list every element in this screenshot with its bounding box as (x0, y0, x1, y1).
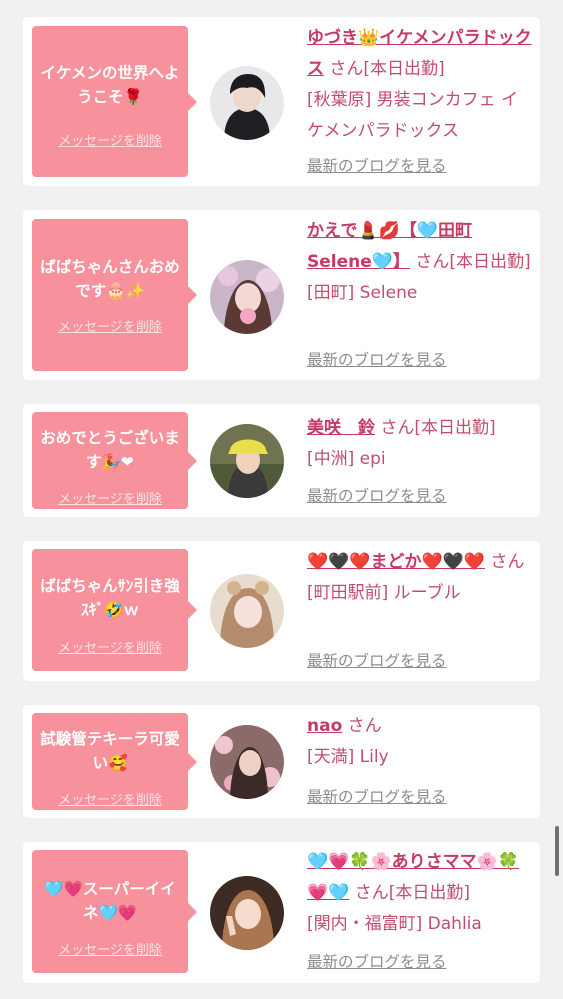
latest-blog-link[interactable]: 最新のブログを見る (307, 348, 447, 370)
message-text: 🩵💗スーパーイイネ🩵💗 (44, 880, 176, 922)
cast-info: nao さん [天満] Lily (307, 711, 535, 773)
message-card: ばばちゃんさんおめです🎂✨ メッセージを削除 かえで💄💋【🩵田町Selene🩵】… (23, 210, 540, 380)
message-card: 試験管テキーラ可愛い🥰 メッセージを削除 nao さん [天満] Lily 最新… (23, 705, 540, 818)
message-text: ばばちゃんｻﾝ引き強ｽｷﾞ🤣ｗ (40, 577, 180, 619)
avatar[interactable] (210, 574, 284, 648)
cast-info: 美咲 鈴 さん[本日出勤] [中洲] epi (307, 413, 535, 475)
message-bubble: イケメンの世界へようこそ🌹 メッセージを削除 (32, 26, 197, 177)
latest-blog-link[interactable]: 最新のブログを見る (307, 649, 447, 671)
avatar-photo (210, 424, 284, 498)
message-text: イケメンの世界へようこそ🌹 (40, 64, 180, 106)
avatar[interactable] (210, 260, 284, 334)
cast-name-link[interactable]: ❤️🖤❤️まどか❤️🖤❤️ (307, 552, 485, 572)
latest-blog-link[interactable]: 最新のブログを見る (307, 950, 447, 972)
cast-status: さん (485, 552, 525, 572)
message-text: 試験管テキーラ可愛い🥰 (40, 730, 180, 772)
cast-name-link[interactable]: nao (307, 716, 342, 736)
message-card: 🩵💗スーパーイイネ🩵💗 メッセージを削除 🩵💗🍀🌸ありさママ🌸🍀💗🩵 さん[本日… (23, 842, 540, 983)
avatar[interactable] (210, 66, 284, 140)
delete-message-link[interactable]: メッセージを削除 (32, 488, 188, 507)
avatar-photo (210, 876, 284, 950)
message-text: おめでとうございます🎉❤ (40, 429, 180, 471)
delete-message-link[interactable]: メッセージを削除 (32, 316, 188, 335)
latest-blog-link[interactable]: 最新のブログを見る (307, 484, 447, 506)
cast-name-link[interactable]: 美咲 鈴 (307, 418, 375, 438)
avatar[interactable] (210, 424, 284, 498)
cast-status: さん[本日出勤] (375, 418, 496, 438)
message-list: イケメンの世界へようこそ🌹 メッセージを削除 ゆづき👑イケメンパラドックス さん… (0, 0, 563, 999)
delete-message-link[interactable]: メッセージを削除 (32, 130, 188, 149)
shop-name: [町田駅前] ルーブル (307, 583, 461, 603)
message-bubble: おめでとうございます🎉❤ メッセージを削除 (32, 412, 197, 509)
message-text: ばばちゃんさんおめです🎂✨ (40, 258, 180, 300)
cast-status: さん (342, 716, 382, 736)
avatar-photo (210, 725, 284, 799)
cast-status: さん[本日出勤] (409, 252, 531, 272)
latest-blog-link[interactable]: 最新のブログを見る (307, 154, 447, 176)
cast-info: ゆづき👑イケメンパラドックス さん[本日出勤] [秋葉原] 男装コンカフェ イケ… (307, 23, 535, 147)
delete-message-link[interactable]: メッセージを削除 (32, 637, 188, 656)
message-bubble: 試験管テキーラ可愛い🥰 メッセージを削除 (32, 713, 197, 810)
delete-message-link[interactable]: メッセージを削除 (32, 939, 188, 958)
shop-name: [天満] Lily (307, 747, 389, 767)
avatar-photo (210, 260, 284, 334)
shop-name: [田町] Selene (307, 283, 418, 303)
message-card: おめでとうございます🎉❤ メッセージを削除 美咲 鈴 さん[本日出勤] [中洲]… (23, 404, 540, 517)
message-bubble: ばばちゃんｻﾝ引き強ｽｷﾞ🤣ｗ メッセージを削除 (32, 549, 197, 671)
cast-info: ❤️🖤❤️まどか❤️🖤❤️ さん [町田駅前] ルーブル (307, 547, 535, 609)
cast-info: かえで💄💋【🩵田町Selene🩵】 さん[本日出勤] [田町] Selene (307, 216, 535, 309)
scrollbar-thumb[interactable] (555, 826, 559, 876)
shop-name: [秋葉原] 男装コンカフェ イケメンパラドックス (307, 90, 519, 141)
avatar[interactable] (210, 725, 284, 799)
avatar-photo (210, 66, 284, 140)
avatar-photo (210, 574, 284, 648)
delete-message-link[interactable]: メッセージを削除 (32, 789, 188, 808)
cast-status: さん[本日出勤] (324, 59, 445, 79)
message-card: イケメンの世界へようこそ🌹 メッセージを削除 ゆづき👑イケメンパラドックス さん… (23, 17, 540, 186)
message-bubble: ばばちゃんさんおめです🎂✨ メッセージを削除 (32, 219, 197, 371)
message-card: ばばちゃんｻﾝ引き強ｽｷﾞ🤣ｗ メッセージを削除 ❤️🖤❤️まどか❤️🖤❤️ さ… (23, 541, 540, 681)
shop-name: [中洲] epi (307, 449, 386, 469)
message-bubble: 🩵💗スーパーイイネ🩵💗 メッセージを削除 (32, 850, 197, 973)
latest-blog-link[interactable]: 最新のブログを見る (307, 785, 447, 807)
cast-info: 🩵💗🍀🌸ありさママ🌸🍀💗🩵 さん[本日出勤] [関内・福富町] Dahlia (307, 847, 535, 940)
avatar[interactable] (210, 876, 284, 950)
shop-name: [関内・福富町] Dahlia (307, 914, 482, 934)
cast-status: さん[本日出勤] (349, 883, 471, 903)
